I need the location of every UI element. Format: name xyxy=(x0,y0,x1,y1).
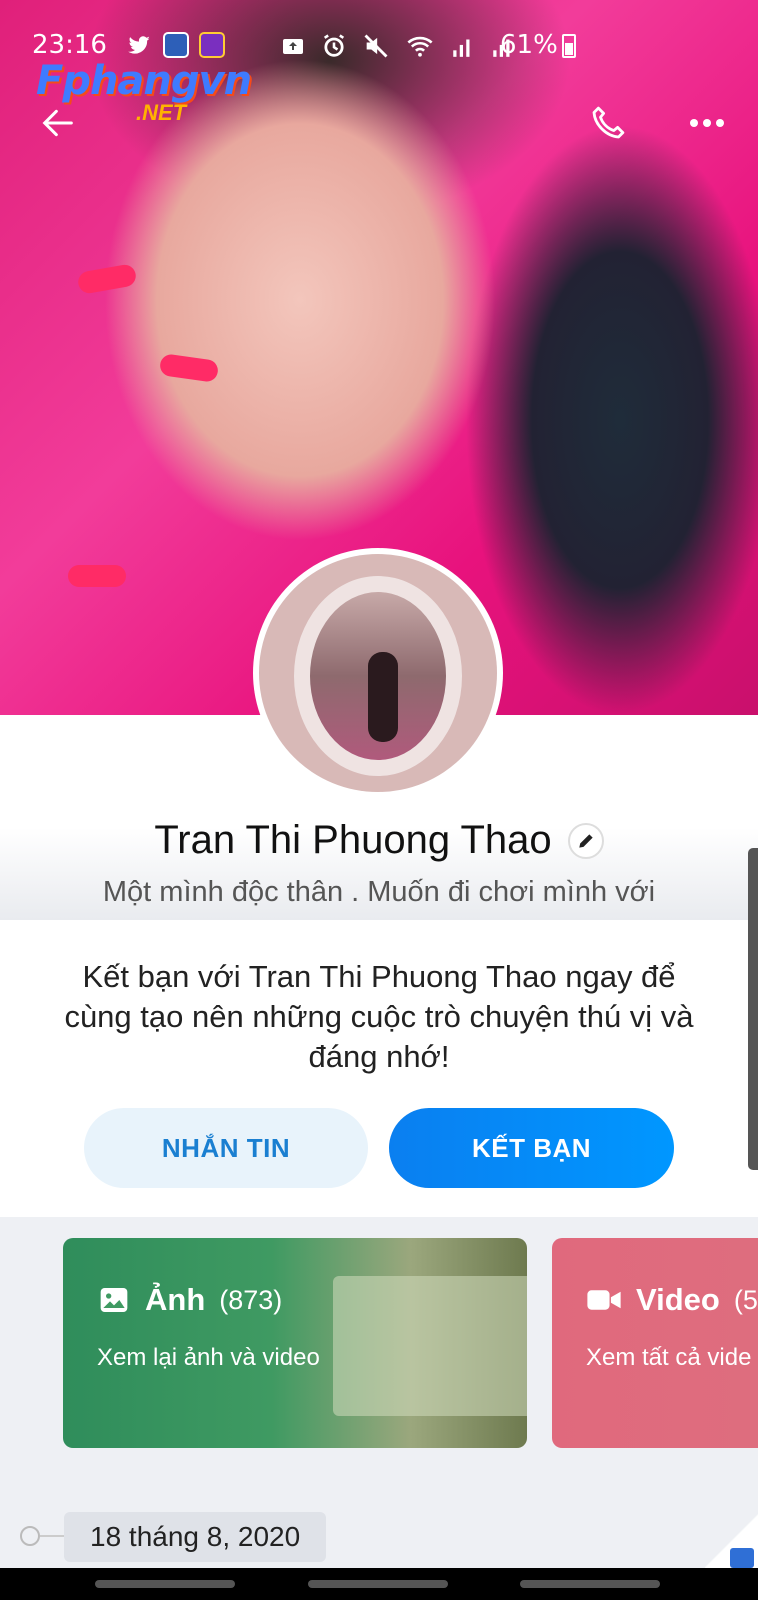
avatar-image xyxy=(259,554,497,792)
video-camera-icon xyxy=(587,1290,621,1310)
photos-card-title: Ảnh (873) xyxy=(97,1282,282,1318)
nav-home[interactable] xyxy=(308,1580,448,1588)
more-options-button[interactable] xyxy=(682,98,732,148)
watermark-suffix: .NET xyxy=(136,100,187,125)
status-time: 23:16 xyxy=(32,30,107,60)
system-icons xyxy=(280,32,516,60)
image-icon xyxy=(100,1288,128,1312)
videos-subtitle: Xem tất cả vide xyxy=(586,1344,752,1371)
system-nav-bar xyxy=(0,1568,758,1600)
back-button[interactable] xyxy=(33,98,83,148)
nav-back[interactable] xyxy=(520,1580,660,1588)
phone-icon xyxy=(592,106,625,139)
call-button[interactable] xyxy=(583,98,633,148)
friend-prompt-text: Kết bạn với Tran Thi Phuong Thao ngay để… xyxy=(64,959,694,1074)
edit-name-button[interactable] xyxy=(567,822,604,859)
message-button[interactable]: NHẮN TIN xyxy=(84,1108,368,1188)
add-friend-button[interactable]: KẾT BẠN xyxy=(389,1108,674,1188)
avatar-mirror xyxy=(294,576,462,776)
back-arrow-icon xyxy=(42,109,73,137)
timeline-date: 18 tháng 8, 2020 xyxy=(64,1512,327,1562)
profile-name: Tran Thi Phuong Thao xyxy=(154,818,552,862)
mute-icon xyxy=(364,34,388,58)
nav-recents[interactable] xyxy=(95,1580,235,1588)
photos-card[interactable]: Ảnh (873) Xem lại ảnh và video xyxy=(63,1238,527,1448)
upload-icon xyxy=(730,1548,754,1568)
upload-status-icon xyxy=(283,39,303,54)
shield-app-icon xyxy=(163,32,189,58)
profile-avatar[interactable] xyxy=(253,548,503,798)
more-icon xyxy=(690,119,724,127)
videos-card[interactable]: Video (59 Xem tất cả vide xyxy=(552,1238,758,1448)
photos-title: Ảnh xyxy=(145,1282,206,1317)
side-scroll-handle[interactable] xyxy=(748,848,758,1170)
signal-icon xyxy=(453,39,470,57)
videos-count: (59 xyxy=(733,1284,758,1315)
videos-title: Video xyxy=(636,1282,720,1317)
notification-icons xyxy=(125,32,225,58)
timeline-line xyxy=(40,1535,64,1537)
wifi-icon xyxy=(407,36,433,57)
twitter-icon xyxy=(128,36,150,54)
cover-detail xyxy=(158,353,220,383)
download-app-icon xyxy=(199,32,225,58)
photo-preview xyxy=(333,1276,527,1416)
pencil-icon xyxy=(578,833,593,848)
profile-name-row: Tran Thi Phuong Thao xyxy=(0,818,758,863)
alarm-icon xyxy=(323,34,345,57)
cover-detail xyxy=(68,565,126,587)
battery-icon xyxy=(562,34,576,58)
profile-bio: Một mình độc thân . Muốn đi chơi mình vớ… xyxy=(102,876,656,908)
photos-subtitle: Xem lại ảnh và video xyxy=(97,1344,320,1371)
cover-detail xyxy=(76,263,138,295)
photos-count: (873) xyxy=(219,1284,283,1315)
videos-card-title: Video (59 xyxy=(586,1282,758,1318)
timeline-dot xyxy=(20,1526,40,1546)
battery-percent: 61% xyxy=(500,30,558,60)
